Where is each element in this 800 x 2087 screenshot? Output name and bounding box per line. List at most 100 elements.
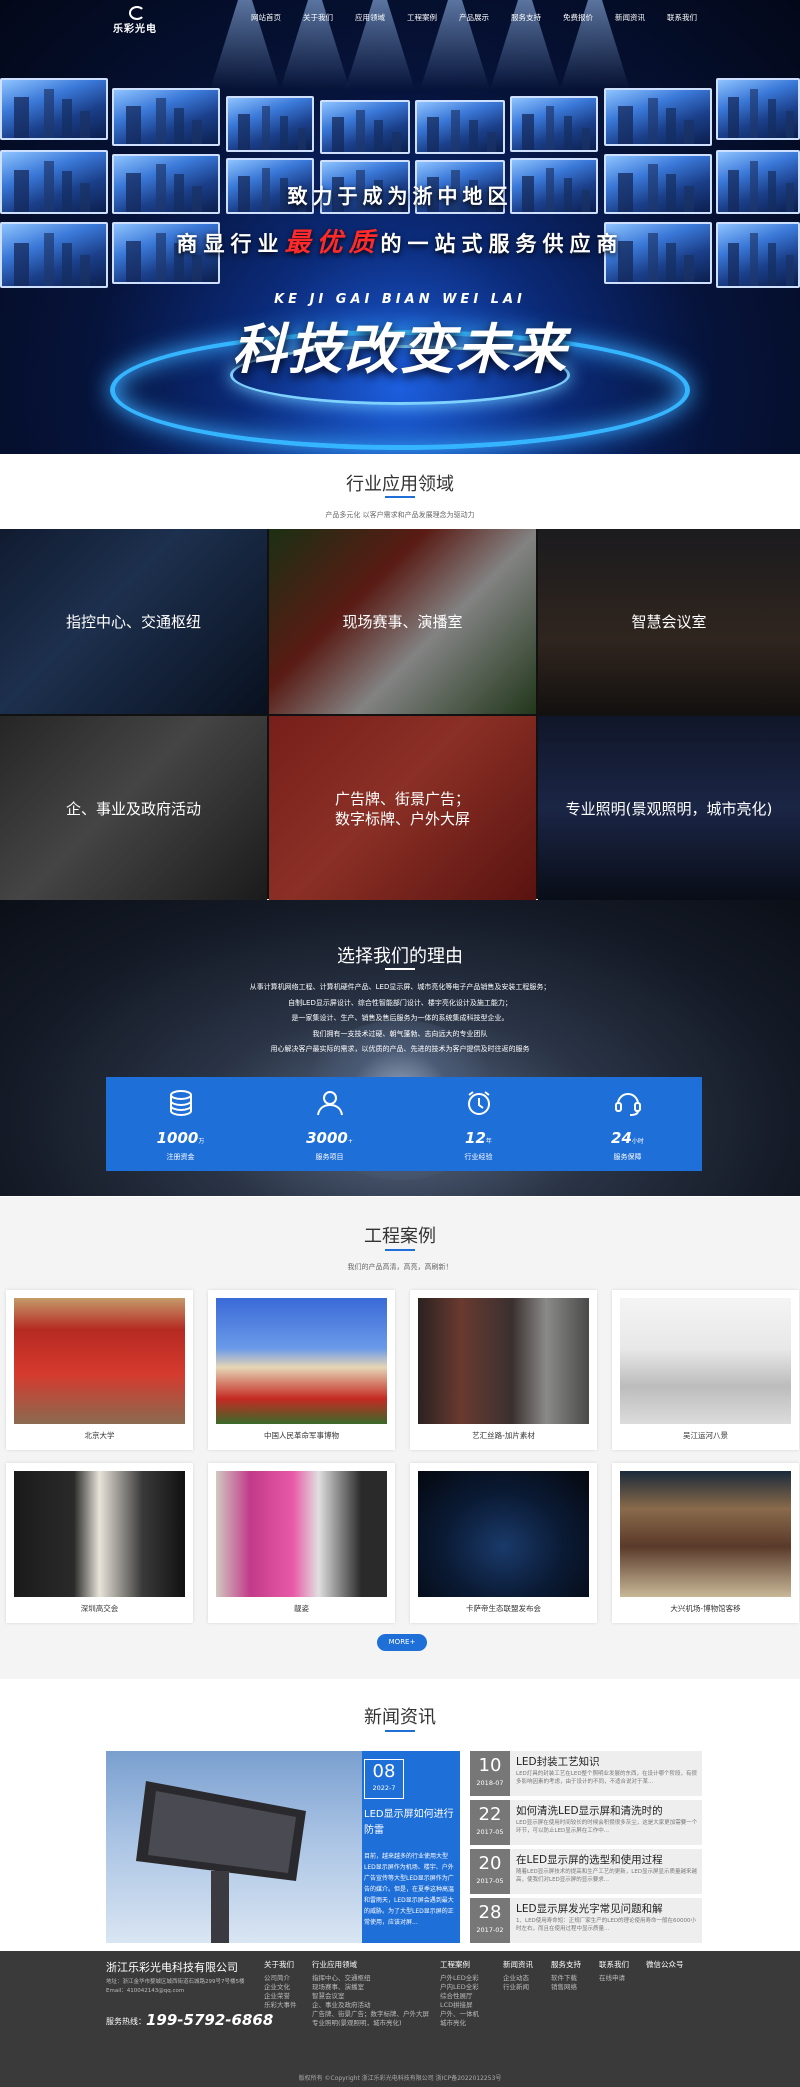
footer-link[interactable]: 智慧会议室: [312, 1992, 429, 2001]
app-tile-government-events[interactable]: 企、事业及政府活动: [0, 716, 267, 901]
app-tile-sports-studio[interactable]: 现场赛事、演播室: [269, 529, 536, 714]
news-item-summary: 随着LED显示屏技术的提高和生产工艺的更新，LED显示屏显示质量越来越高，使我们…: [516, 1869, 698, 1883]
footer-col-heading[interactable]: 工程案例: [440, 1959, 479, 1970]
footer-copyright: 版权所有 ©Copyright 浙江乐彩光电科技有限公司 浙ICP备202201…: [298, 2075, 502, 2082]
app-tile-billboards[interactable]: 广告牌、街景广告； 数字标牌、户外大屏: [269, 716, 536, 901]
nav-item-products[interactable]: 产品展示: [448, 12, 500, 23]
video-screen: [226, 96, 314, 152]
news-item[interactable]: 10 2018-07 LED封装工艺知识 LED灯具的封装工艺在LED整个照明业发…: [470, 1751, 702, 1796]
nav-item-applications[interactable]: 应用领域: [344, 12, 396, 23]
stat-projects: 3000+ 服务项目: [255, 1077, 404, 1171]
footer-link[interactable]: 企业荣誉: [264, 1992, 297, 2001]
nav-item-news[interactable]: 新闻资讯: [604, 12, 656, 23]
app-tile-label: 专业照明(景观照明，城市亮化): [565, 799, 773, 818]
footer-link[interactable]: 综合性展厅: [440, 1992, 479, 2001]
case-card[interactable]: 深圳高交会: [6, 1463, 193, 1623]
stat-value: 24: [611, 1129, 632, 1147]
app-tile-label: 企、事业及政府活动: [65, 799, 201, 818]
footer-link[interactable]: 广告牌、街景广告；数字标牌、户外大屏: [312, 2010, 429, 2019]
footer-link[interactable]: 城市亮化: [440, 2019, 479, 2028]
cases-subtitle: 我们的产品高清，高亮，高刷新！: [347, 1263, 453, 1271]
more-cases-button[interactable]: MORE+: [377, 1634, 427, 1651]
footer-link[interactable]: 企业动态: [503, 1974, 533, 1983]
footer-col-heading[interactable]: 联系我们: [599, 1959, 629, 1970]
footer-col-about: 关于我们 公司简介 企业文化 企业荣誉 乐彩大事件: [264, 1959, 297, 2010]
news-month: 2018-07: [476, 1779, 504, 1787]
case-card[interactable]: 吴江运河八景: [612, 1290, 799, 1450]
case-card[interactable]: 艺汇丝路-加片素材: [410, 1290, 597, 1450]
case-card[interactable]: 大兴机场-博物馆客移: [612, 1463, 799, 1623]
news-item-title[interactable]: 在LED显示屏的选型和使用过程: [516, 1852, 700, 1867]
nav-item-support[interactable]: 服务支持: [500, 12, 552, 23]
stat-label: 行业经验: [464, 1153, 493, 1161]
app-tile-label: 智慧会议室: [631, 612, 707, 631]
footer-link[interactable]: 公司简介: [264, 1974, 297, 1983]
footer-link[interactable]: 专业照明(景观照明，城市亮化): [312, 2019, 429, 2028]
stat-value: 12: [465, 1129, 486, 1147]
app-tile-command-center[interactable]: 指控中心、交通枢纽: [0, 529, 267, 714]
case-card[interactable]: 北京大学: [6, 1290, 193, 1450]
footer-email[interactable]: Email：410042143@qq.com: [106, 1987, 256, 1996]
nav-item-home[interactable]: 网站首页: [240, 12, 292, 23]
logo-text: 乐彩光电: [113, 24, 157, 35]
featured-news[interactable]: 08 2022-7 LED显示屏如何进行防雷 目前，越来越多的行业使用大型LED…: [106, 1751, 460, 1943]
news-month: 2017-02: [476, 1926, 504, 1934]
footer-col-support: 服务支持 软件下载 销售网络: [551, 1959, 581, 1992]
app-tile-smart-meeting[interactable]: 智慧会议室: [538, 529, 800, 714]
coins-icon: [169, 1090, 192, 1117]
footer-col-heading[interactable]: 行业应用领域: [312, 1959, 429, 1970]
footer-hotline[interactable]: 199-5792-6868: [146, 2011, 273, 2029]
users-icon: [316, 1091, 343, 1116]
featured-news-month: 2022-7: [372, 1784, 396, 1792]
app-tile-label: 指控中心、交通枢纽: [65, 612, 201, 631]
news-item[interactable]: 20 2017-05 在LED显示屏的选型和使用过程 随着LED显示屏技术的提高和…: [470, 1849, 702, 1894]
footer-col-heading[interactable]: 新闻资讯: [503, 1959, 533, 1970]
footer-link[interactable]: LCD拼接屏: [440, 2001, 479, 2010]
news-item[interactable]: 22 2017-05 如何清洗LED显示屏和清洗时的 LED显示屏在使用时间较长的…: [470, 1800, 702, 1845]
news-item-title[interactable]: LED显示屏发光字常见问题和解: [516, 1901, 700, 1916]
case-image: [14, 1298, 185, 1424]
hero-banner: 乐彩光电 网站首页 关于我们 应用领域 工程案例 产品展示 服务支持 免费报价 …: [0, 0, 800, 454]
app-tile-label: 广告牌、街景广告； 数字标牌、户外大屏: [335, 789, 470, 829]
featured-news-day: 08: [372, 1761, 396, 1782]
footer-link[interactable]: 行业新闻: [503, 1983, 533, 1992]
footer-link[interactable]: 户外、一体机: [440, 2010, 479, 2019]
news-item[interactable]: 28 2017-02 LED显示屏发光字常见问题和解 1、LED使用寿命短：正规厂…: [470, 1898, 702, 1943]
news-item-title[interactable]: LED封装工艺知识: [516, 1754, 700, 1769]
featured-news-title[interactable]: LED显示屏如何进行防雷: [364, 1807, 454, 1839]
nav-item-quote[interactable]: 免费报价: [552, 12, 604, 23]
case-card[interactable]: 靓姿: [208, 1463, 395, 1623]
news-title: 新闻资讯: [364, 1707, 436, 1728]
footer-col-heading[interactable]: 服务支持: [551, 1959, 581, 1970]
case-image: [418, 1471, 589, 1597]
news-day: 20: [478, 1853, 502, 1874]
footer-link[interactable]: 销售网络: [551, 1983, 581, 1992]
stat-value: 3000: [306, 1129, 348, 1147]
app-tile-lighting[interactable]: 专业照明(景观照明，城市亮化): [538, 716, 800, 901]
site-footer: 浙江乐彩光电科技有限公司 地址：浙江金华市婺城区城西街道石城路299号7号楼5楼…: [0, 1951, 800, 2087]
footer-col-heading[interactable]: 关于我们: [264, 1959, 297, 1970]
nav-item-cases[interactable]: 工程案例: [396, 12, 448, 23]
video-screen: [320, 100, 410, 154]
footer-link[interactable]: 户外LED全彩: [440, 1974, 479, 1983]
footer-link[interactable]: 在线申请: [599, 1974, 629, 1983]
footer-link[interactable]: 软件下载: [551, 1974, 581, 1983]
case-card[interactable]: 中国人民革命军事博物: [208, 1290, 395, 1450]
footer-link[interactable]: 指挥中心、交通枢纽: [312, 1974, 429, 1983]
footer-link[interactable]: 乐彩大事件: [264, 2001, 297, 2010]
site-logo[interactable]: 乐彩光电: [113, 6, 163, 35]
case-card[interactable]: 卡萨帝生态联盟发布会: [410, 1463, 597, 1623]
footer-link[interactable]: 企、事业及政府活动: [312, 2001, 429, 2010]
why-us-line: 我们拥有一支技术过硬、朝气蓬勃、志向远大的专业团队: [312, 1029, 488, 1038]
footer-link[interactable]: 企业文化: [264, 1983, 297, 1992]
footer-link[interactable]: 现场赛事、演播室: [312, 1983, 429, 1992]
news-item-title[interactable]: 如何清洗LED显示屏和清洗时的: [516, 1803, 700, 1818]
footer-link[interactable]: 户内LED全彩: [440, 1983, 479, 1992]
nav-item-contact[interactable]: 联系我们: [656, 12, 708, 23]
footer-address: 地址：浙江金华市婺城区城西街道石城路299号7号楼5楼: [106, 1979, 245, 1985]
clock-icon: [467, 1091, 490, 1115]
video-screen: [510, 96, 598, 152]
featured-news-image: [106, 1751, 362, 1943]
nav-item-about[interactable]: 关于我们: [292, 12, 344, 23]
case-image: [216, 1471, 387, 1597]
